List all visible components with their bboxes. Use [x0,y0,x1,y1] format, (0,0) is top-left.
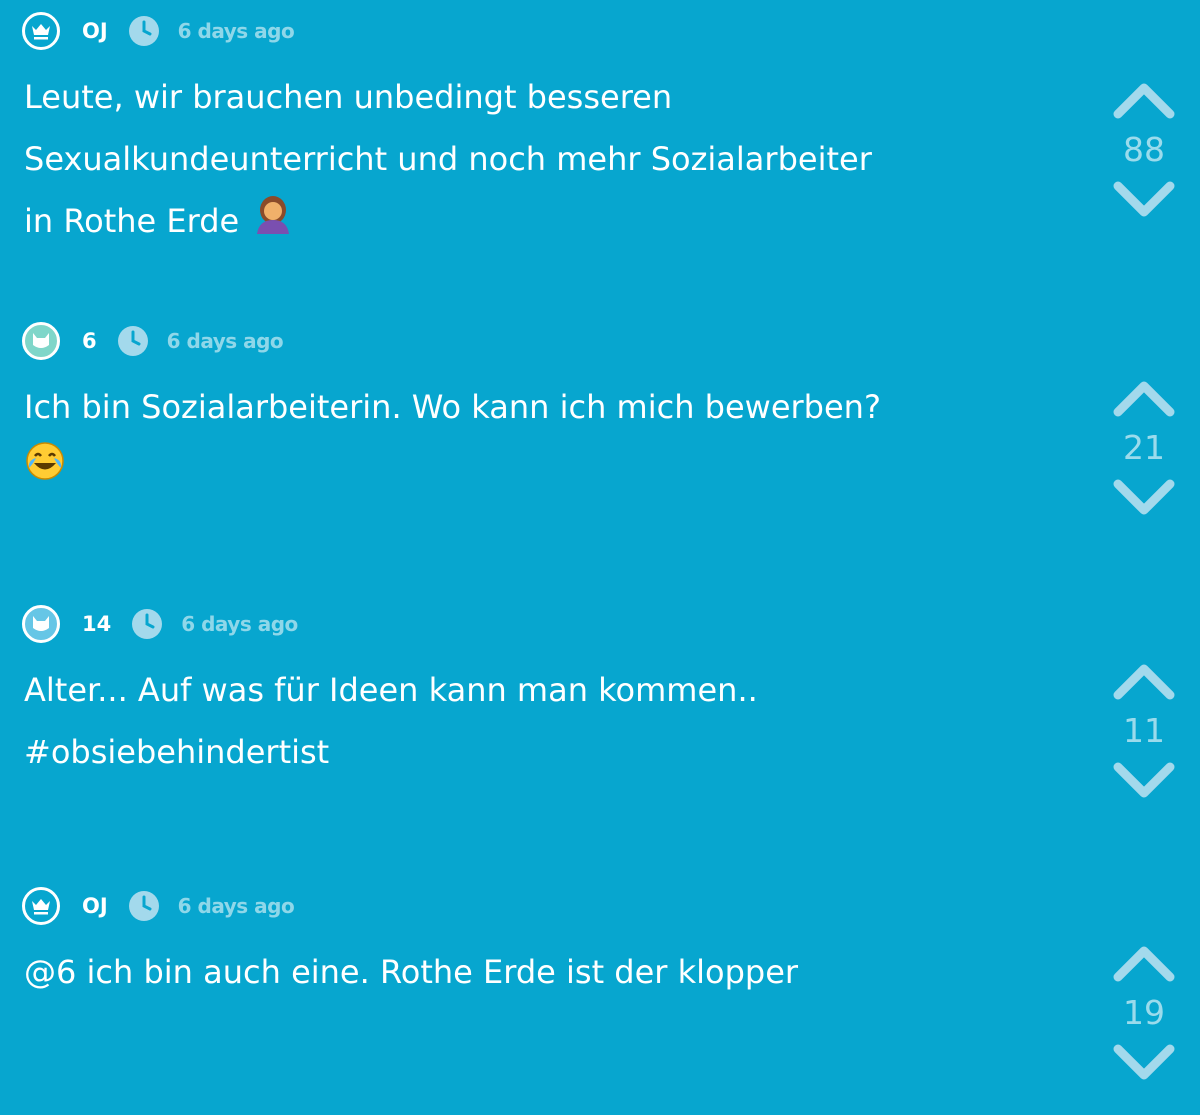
post-text: Leute, wir brauchen unbedingt besseren S… [24,66,1044,254]
post-timestamp: 6 days ago [177,894,295,918]
cat-icon [33,333,49,348]
vote-controls: 19 [1104,943,1184,1083]
vote-controls: 21 [1104,378,1184,518]
post-text-line: Sexualkundeunterricht und noch mehr Sozi… [24,140,872,178]
avatar[interactable] [22,322,60,360]
post-text-line: Alter... Auf was für Ideen kann man komm… [24,671,758,709]
vote-count: 21 [1123,428,1165,467]
vote-count: 19 [1123,993,1165,1032]
facepalm-woman-emoji [253,192,293,254]
clock-icon [128,15,160,47]
post-text-line: Leute, wir brauchen unbedingt besseren [24,78,673,116]
post-author: OJ [82,894,108,918]
post-text-line: in Rothe Erde [24,190,1044,254]
post-timestamp: 6 days ago [181,612,298,636]
post-meta: 6 6 days ago [22,322,284,360]
post-author: 6 [82,329,97,353]
downvote-icon[interactable] [1112,180,1176,220]
clock-icon [128,890,160,922]
clock-icon [131,608,163,640]
downvote-icon[interactable] [1112,1043,1176,1083]
post-text-line-content: in Rothe Erde [24,202,240,240]
upvote-icon[interactable] [1112,80,1176,120]
post-meta: 14 6 days ago [22,605,298,643]
post-text-line: @6 ich bin auch eine. Rothe Erde ist der… [24,953,799,991]
crown-icon [32,899,50,915]
post-text: Alter... Auf was für Ideen kann man komm… [24,659,1044,783]
feed: OJ 6 days ago Leute, wir brauchen unbedi… [0,0,1200,1115]
upvote-icon[interactable] [1112,661,1176,701]
crown-icon [32,24,50,40]
downvote-icon[interactable] [1112,761,1176,801]
upvote-icon[interactable] [1112,378,1176,418]
post-text-line [24,438,1044,502]
avatar[interactable] [22,887,60,925]
post-text: @6 ich bin auch eine. Rothe Erde ist der… [24,941,1044,1003]
tears-of-joy-emoji [24,440,66,502]
vote-controls: 88 [1104,80,1184,220]
downvote-icon[interactable] [1112,478,1176,518]
post-author: 14 [82,612,112,636]
post-timestamp: 6 days ago [166,329,284,353]
vote-count: 11 [1123,711,1165,750]
post-text-line: #obsiebehindertist [24,733,330,771]
avatar[interactable] [22,12,60,50]
vote-controls: 11 [1104,661,1184,801]
upvote-icon[interactable] [1112,943,1176,983]
post-text-line: Ich bin Sozialarbeiterin. Wo kann ich mi… [24,388,881,426]
post-author: OJ [82,19,108,43]
clock-icon [117,325,149,357]
vote-count: 88 [1123,130,1165,169]
post-text: Ich bin Sozialarbeiterin. Wo kann ich mi… [24,376,1044,502]
post-meta: OJ 6 days ago [22,12,295,50]
post-meta: OJ 6 days ago [22,887,295,925]
post-timestamp: 6 days ago [177,19,295,43]
avatar[interactable] [22,605,60,643]
cat-icon [33,616,49,631]
